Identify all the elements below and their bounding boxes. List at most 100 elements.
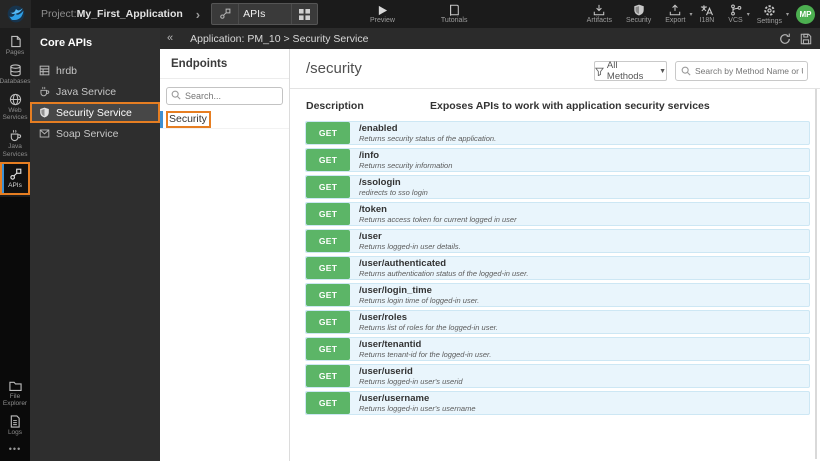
grid-icon[interactable]	[291, 4, 317, 24]
i18n-icon	[701, 5, 714, 16]
chevron-right-icon[interactable]: ›	[196, 7, 200, 22]
rail-label: Logs	[7, 429, 23, 437]
project-label: Project:	[41, 8, 77, 20]
collapse-panel-icon[interactable]: «	[160, 32, 179, 46]
core-api-item-soap-service[interactable]: Soap Service	[30, 123, 160, 144]
security-label: Security	[625, 17, 652, 24]
sidebar-item-file-explorer[interactable]: File Explorer	[0, 376, 30, 412]
branch-icon	[730, 4, 741, 16]
endpoint-row[interactable]: GET /token Returns access token for curr…	[305, 202, 810, 226]
wavemaker-logo[interactable]	[0, 0, 31, 28]
more-options-icon[interactable]: •••	[0, 440, 30, 458]
endpoint-row[interactable]: GET /user Returns logged-in user details…	[305, 229, 810, 253]
endpoint-texts: /user/username Returns logged-in user's …	[350, 392, 476, 414]
endpoint-path: /user/username	[359, 392, 430, 404]
book-icon	[450, 4, 460, 16]
endpoint-group-security[interactable]: Security	[160, 111, 289, 129]
project-title: Project:My_First_Application	[41, 8, 183, 20]
user-avatar[interactable]: MP	[796, 4, 815, 24]
endpoint-description: Returns authentication status of the log…	[359, 269, 529, 278]
settings-button[interactable]: ▾ Settings	[755, 4, 789, 25]
endpoint-path: /user/tenantid	[359, 338, 422, 350]
funnel-icon	[595, 67, 604, 76]
endpoint-row[interactable]: GET /user/tenantid Returns tenant-id for…	[305, 337, 810, 361]
sidebar-item-apis[interactable]: APIs	[0, 161, 30, 195]
core-api-label: Java Service	[56, 85, 117, 98]
logs-icon	[10, 415, 20, 428]
endpoint-path: /ssologin	[359, 176, 401, 188]
sidebar-item-pages[interactable]: Pages	[0, 31, 30, 60]
coffee-cup-icon	[39, 86, 50, 97]
core-api-item-java-service[interactable]: Java Service	[30, 81, 160, 102]
application-header-bar: « Application: PM_10 > Security Service	[160, 28, 820, 49]
endpoint-texts: /user Returns logged-in user details.	[350, 230, 461, 252]
endpoints-search-input[interactable]	[166, 87, 283, 105]
i18n-label: I18N	[699, 17, 715, 24]
active-indicator	[160, 111, 163, 128]
security-button[interactable]: Security	[624, 4, 653, 24]
sidebar-item-java-services[interactable]: Java Services	[0, 125, 30, 162]
core-apis-panel: Core APIs hrdb Java Service Security Ser…	[30, 28, 160, 461]
database-icon	[39, 65, 50, 76]
endpoint-list: GET /enabled Returns security status of …	[290, 121, 820, 415]
rail-bottom-group: File Explorer Logs •••	[0, 376, 30, 461]
settings-label: Settings	[756, 17, 782, 25]
endpoint-path: /user	[359, 230, 382, 242]
endpoint-description: Returns security status of the applicati…	[359, 134, 497, 143]
tutorials-button[interactable]: Tutorials	[439, 0, 470, 28]
method-badge: GET	[306, 338, 350, 360]
endpoint-row[interactable]: GET /info Returns security information	[305, 148, 810, 172]
database-icon	[9, 64, 21, 77]
endpoint-row[interactable]: GET /user/username Returns logged-in use…	[305, 391, 810, 415]
preview-button[interactable]: Preview	[368, 0, 397, 28]
endpoint-row[interactable]: GET /user/authenticated Returns authenti…	[305, 256, 810, 280]
sidebar-item-databases[interactable]: Databases	[0, 60, 31, 89]
endpoint-row[interactable]: GET /ssologin redirects to sso login	[305, 175, 810, 199]
coffee-cup-icon	[10, 130, 21, 142]
core-api-item-hrdb[interactable]: hrdb	[30, 60, 160, 81]
project-name: My_First_Application	[76, 8, 183, 20]
core-api-label: Security Service	[56, 106, 132, 119]
endpoint-path: /info	[359, 149, 380, 161]
export-button[interactable]: ▾ Export	[663, 4, 693, 24]
endpoint-path: /user/roles	[359, 311, 408, 323]
description-label: Description	[306, 100, 364, 112]
core-api-item-security-service[interactable]: Security Service	[30, 102, 160, 123]
methods-filter-dropdown[interactable]: All Methods ▼	[594, 60, 667, 82]
endpoint-description: Returns tenant-id for the logged-in user…	[359, 350, 492, 359]
core-api-label: hrdb	[56, 64, 78, 77]
pages-icon	[10, 35, 21, 48]
api-tab-icon	[212, 4, 238, 24]
endpoint-description: Returns list of roles for the logged-in …	[359, 323, 498, 332]
top-bar: Project:My_First_Application › APIs Prev…	[0, 0, 820, 28]
shield-icon	[633, 4, 644, 16]
endpoint-row[interactable]: GET /user/roles Returns list of roles fo…	[305, 310, 810, 334]
artifacts-button[interactable]: Artifacts	[585, 4, 614, 24]
sidebar-item-web-services[interactable]: Web Services	[0, 89, 30, 126]
endpoint-description: Returns logged-in user details.	[359, 242, 461, 251]
tutorials-label: Tutorials	[440, 17, 468, 24]
scrollbar[interactable]	[815, 89, 817, 459]
refresh-icon[interactable]	[779, 33, 791, 45]
endpoint-row[interactable]: GET /enabled Returns security status of …	[305, 121, 810, 145]
i18n-button[interactable]: I18N	[698, 4, 717, 24]
globe-icon	[9, 93, 21, 105]
endpoint-row[interactable]: GET /user/login_time Returns login time …	[305, 283, 810, 307]
endpoint-description: Returns access token for current logged …	[359, 215, 517, 224]
vcs-button[interactable]: ▾ VCS	[726, 4, 750, 24]
caret-down-icon: ▾	[689, 12, 693, 18]
method-badge: GET	[306, 203, 350, 225]
active-indicator	[2, 163, 4, 193]
method-badge: GET	[306, 122, 350, 144]
endpoint-path: /token	[359, 203, 387, 215]
api-tab-label: APIs	[238, 4, 291, 24]
caret-down-icon: ▾	[785, 11, 789, 18]
endpoint-path: /user/authenticated	[359, 257, 447, 269]
save-icon[interactable]	[800, 33, 812, 45]
endpoint-description: Returns login time of logged-in user.	[359, 296, 480, 305]
method-search-input[interactable]	[675, 61, 808, 81]
endpoint-row[interactable]: GET /user/userid Returns logged-in user'…	[305, 364, 810, 388]
sidebar-item-logs[interactable]: Logs	[0, 411, 30, 440]
apis-workspace-tab[interactable]: APIs	[211, 3, 319, 25]
artifacts-download-icon	[594, 4, 605, 16]
